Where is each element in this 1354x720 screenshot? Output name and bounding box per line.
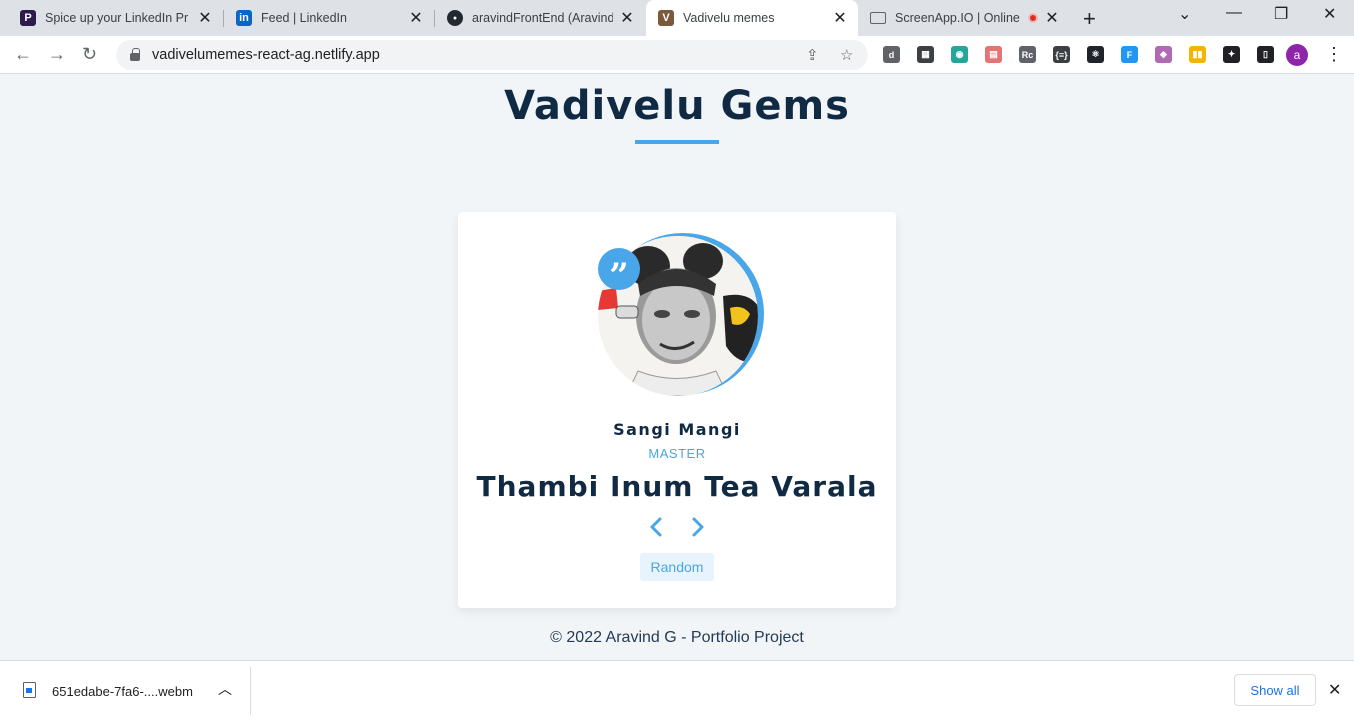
extension-json-icon[interactable]: {≡} [1053,46,1070,63]
title-underline [635,140,719,144]
minimize-button[interactable]: — [1226,4,1242,22]
extension-f-icon[interactable]: F [1121,46,1138,63]
restore-button[interactable]: ❐ [1274,4,1288,24]
address-bar[interactable]: vadivelumemes-react-ag.netlify.app ⇪ ☆ [116,40,868,70]
profile-avatar[interactable]: a [1286,44,1308,66]
share-icon[interactable]: ⇪ [806,46,819,64]
bookmark-star-icon[interactable]: ☆ [840,46,853,64]
download-file-name[interactable]: 651edabe-7fa6-....webm [52,684,193,699]
prev-button[interactable] [644,512,668,542]
quote-icon: ” [598,248,640,293]
close-icon[interactable]: ✕ [197,8,213,28]
browser-menu-icon[interactable]: ⋮ [1325,44,1343,65]
tab-vadivelu-memes[interactable]: V Vadivelu memes ✕ [646,0,858,36]
reload-button[interactable]: ↻ [82,44,97,65]
github-icon: ● [447,10,463,26]
tab-screenapp[interactable]: ScreenApp.IO | Online ✕ [858,0,1070,36]
tab-title: Vadivelu memes [683,11,775,25]
window-close-button[interactable]: ✕ [1323,4,1336,24]
extension-rc-icon[interactable]: Rc [1019,46,1036,63]
page-title: Vadivelu Gems [504,83,850,129]
chevron-up-icon[interactable]: ︿ [218,679,232,699]
extension-grid-icon[interactable]: ▦ [917,46,934,63]
tab-spice-linkedin[interactable]: P Spice up your LinkedIn Pr ✕ [8,0,223,36]
tab-title: aravindFrontEnd (Aravind [472,11,613,25]
browser-toolbar: ← → ↻ vadivelumemes-react-ag.netlify.app… [0,36,1354,74]
tab-title: ScreenApp.IO | Online [895,11,1020,25]
back-button[interactable]: ← [14,44,32,65]
side-panel-icon[interactable]: ▯ [1257,46,1274,63]
extensions-puzzle-icon[interactable]: ✦ [1223,46,1240,63]
recording-icon [1028,13,1038,23]
tab-strip: P Spice up your LinkedIn Pr ✕ in Feed | … [0,0,1354,36]
next-button[interactable] [686,512,710,542]
file-icon [23,682,36,698]
footer-text: © 2022 Aravind G - Portfolio Project [550,629,804,646]
random-button[interactable]: Random [640,553,714,581]
tab-title: Spice up your LinkedIn Pr [45,11,189,25]
url-text: vadivelumemes-react-ag.netlify.app [152,47,380,63]
extension-eye-icon[interactable]: ◉ [951,46,968,63]
lock-icon [130,47,140,61]
linkedin-icon: in [236,10,252,26]
extension-bars-icon[interactable]: ▮▮ [1189,46,1206,63]
extension-react-icon[interactable]: ⚛ [1087,46,1104,63]
chevron-left-icon [650,517,662,537]
extension-calendar-icon[interactable]: ▤ [985,46,1002,63]
new-tab-button[interactable]: + [1083,6,1096,32]
tab-github[interactable]: ● aravindFrontEnd (Aravind ✕ [435,0,645,36]
close-icon[interactable]: ✕ [1044,8,1060,28]
tab-search-chevron-icon[interactable]: ⌄ [1178,4,1191,24]
show-all-button[interactable]: Show all [1234,674,1316,706]
tab-linkedin-feed[interactable]: in Feed | LinkedIn ✕ [224,0,434,36]
quote-text: Thambi Inum Tea Varala [476,470,878,503]
chevron-right-icon [692,517,704,537]
close-icon[interactable]: ✕ [832,8,848,28]
vadivelu-favicon-icon: V [658,10,674,26]
tab-title: Feed | LinkedIn [261,11,347,25]
extension-gradient-icon[interactable]: ◆ [1155,46,1172,63]
author-name: Sangi Mangi [613,420,741,439]
author-job: MASTER [648,446,706,461]
forward-button[interactable]: → [48,44,66,65]
download-bar: 651edabe-7fa6-....webm ︿ Show all ✕ [0,660,1354,720]
extension-d-icon[interactable]: d [883,46,900,63]
close-icon[interactable]: ✕ [619,8,635,28]
close-download-bar-icon[interactable]: ✕ [1328,680,1341,700]
download-separator [250,667,251,715]
monitor-icon [870,12,886,24]
close-icon[interactable]: ✕ [408,8,424,28]
tab-favicon-icon: P [20,10,36,26]
